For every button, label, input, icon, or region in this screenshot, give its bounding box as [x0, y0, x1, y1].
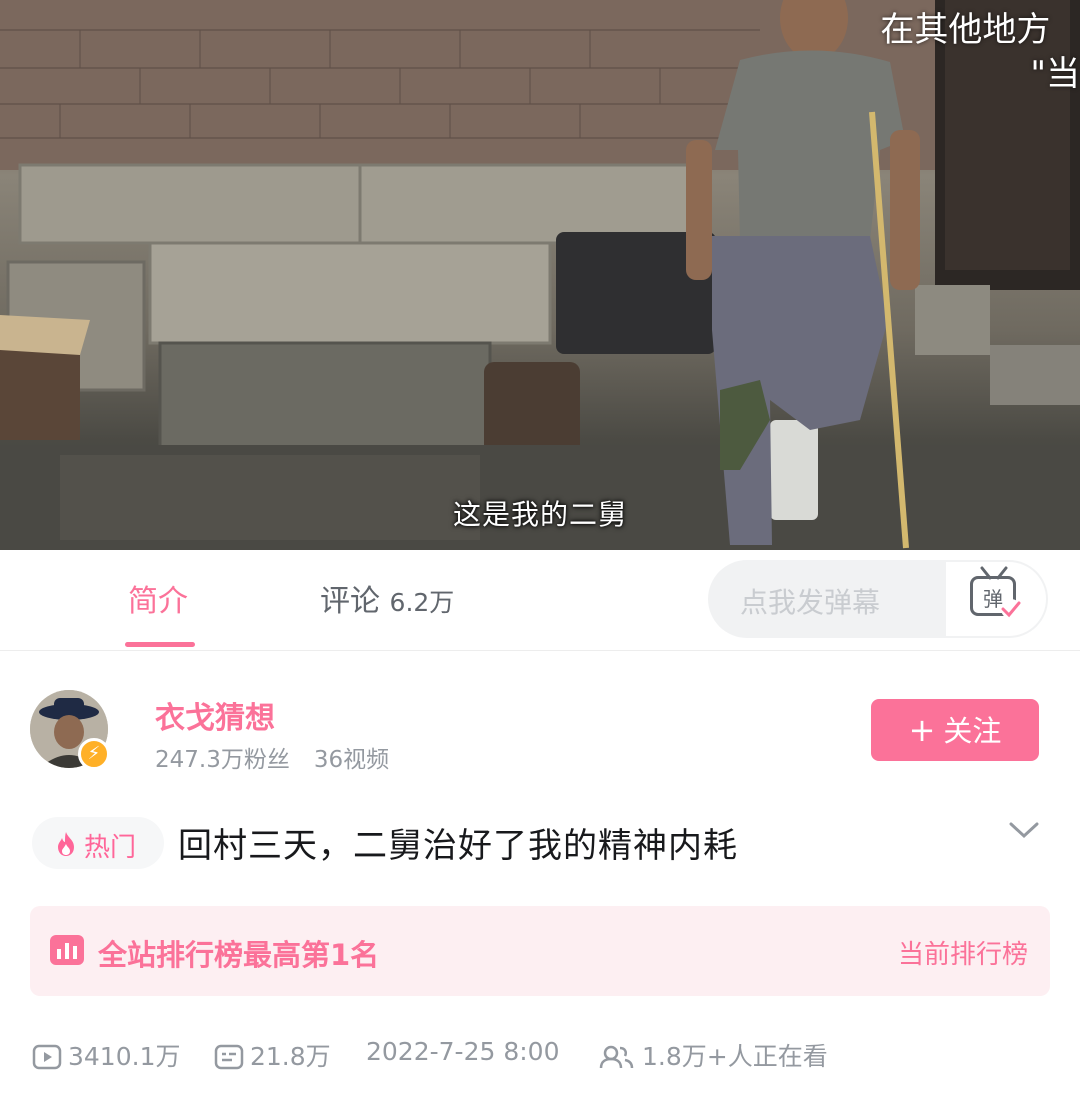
follow-label: 关注	[943, 714, 1002, 748]
danmaku-count-value: 21.8万	[250, 1042, 331, 1071]
tab-comments-label: 评论	[320, 584, 380, 619]
view-count: 3410.1万	[32, 1037, 180, 1073]
overlay-line-2: "当	[1030, 54, 1080, 94]
tab-comments[interactable]: 评论 6.2万	[320, 576, 454, 620]
lightning-icon: ⚡	[78, 738, 110, 770]
video-count: 36视频	[313, 747, 390, 773]
danmaku-list-icon	[214, 1044, 244, 1070]
rank-banner[interactable]: 全站排行榜最高第1名 当前排行榜	[30, 906, 1050, 996]
view-count-value: 3410.1万	[68, 1042, 181, 1071]
video-subtitle: 这是我的二舅	[452, 498, 627, 531]
danmaku-count: 21.8万	[214, 1037, 331, 1073]
video-title: 回村三天，二舅治好了我的精神内耗	[178, 826, 738, 866]
uploader-stats: 247.3万粉丝 36视频	[155, 740, 389, 774]
rank-label: 全站排行榜最高第1名	[98, 938, 380, 972]
current-rank-link[interactable]: 当前排行榜	[898, 934, 1028, 971]
watching-now: 1.8万+人正在看	[598, 1037, 828, 1073]
video-overlay-caption: 在其他地方 "当	[880, 8, 1080, 96]
flame-icon	[58, 832, 74, 856]
uploader-name[interactable]: 衣戈猜想	[155, 693, 275, 737]
danmaku-placeholder: 点我发弹幕	[740, 586, 881, 619]
danmaku-toggle-button[interactable]: 弹	[946, 562, 1046, 636]
plus-icon: +	[908, 711, 936, 749]
chart-bars-icon	[50, 935, 84, 965]
hot-badge[interactable]: 热门	[32, 817, 164, 869]
watching-now-value: 1.8万+人正在看	[642, 1042, 828, 1071]
publish-date: 2022-7-25 8:00	[366, 1037, 560, 1066]
video-player[interactable]: 在其他地方 "当 这是我的二舅	[0, 0, 1080, 550]
follower-count: 247.3万粉丝	[155, 747, 290, 773]
overlay-line-1: 在其他地方	[880, 10, 1051, 50]
chevron-down-icon[interactable]	[1008, 820, 1040, 840]
hot-label: 热门	[84, 833, 137, 863]
follow-button[interactable]: + 关注	[871, 699, 1039, 761]
active-tab-indicator	[125, 642, 195, 647]
people-icon	[599, 1045, 634, 1069]
check-icon	[1001, 599, 1021, 619]
tab-intro[interactable]: 简介	[128, 576, 188, 620]
play-icon	[32, 1044, 62, 1070]
tab-comments-count: 6.2万	[389, 588, 455, 617]
